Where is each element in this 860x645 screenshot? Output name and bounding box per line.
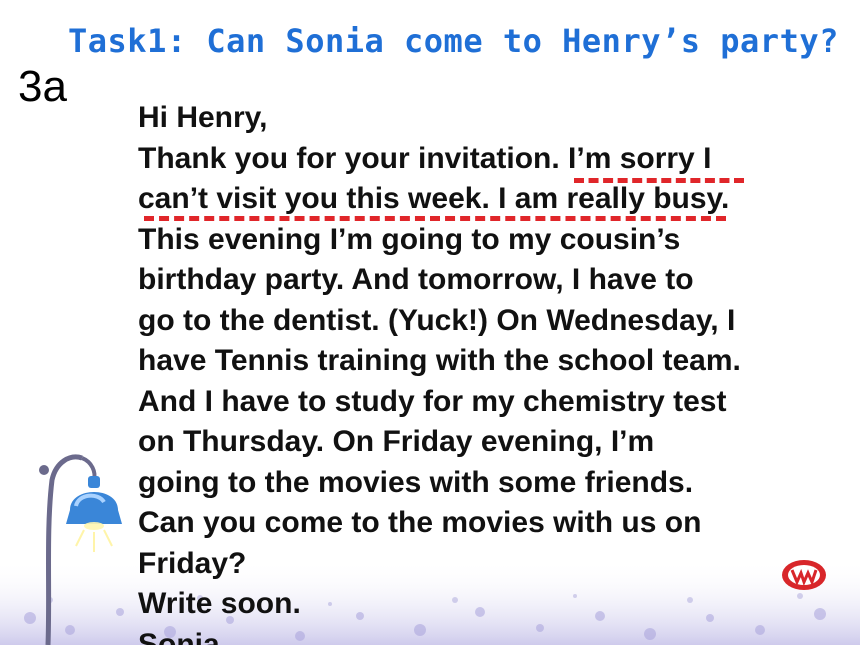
letter-line: have Tennis training with the school tea… bbox=[138, 344, 741, 377]
letter-line: birthday party. And tomorrow, I have to bbox=[138, 263, 694, 296]
letter-greeting: Hi Henry, bbox=[138, 101, 268, 134]
letter-line: Friday? bbox=[138, 546, 247, 580]
bell-lamp-icon bbox=[39, 454, 122, 645]
publisher-logo-icon bbox=[782, 560, 826, 590]
letter-line: going to the movies with some friends. bbox=[138, 465, 694, 499]
task-title: Task1: Can Sonia come to Henry’s party? bbox=[68, 22, 839, 60]
letter-line: Can you come to the movies with us on bbox=[138, 506, 702, 539]
letter-body: Hi Henry, Thank you for your invitation.… bbox=[138, 98, 838, 645]
letter-line: And I have to study for my chemistry tes… bbox=[138, 384, 727, 418]
section-label: 3a bbox=[18, 62, 67, 111]
slide: Task1: Can Sonia come to Henry’s party? … bbox=[0, 0, 860, 645]
letter-line: go to the dentist. (Yuck!) On Wednesday,… bbox=[138, 303, 736, 337]
letter-line: on Thursday. On Friday evening, I’m bbox=[138, 425, 655, 458]
letter-line: Thank you for your invitation. I’m sorry… bbox=[138, 141, 712, 175]
letter-signature: Sonia bbox=[138, 627, 220, 645]
letter-closing: Write soon. bbox=[138, 587, 301, 620]
letter-line: This evening I’m going to my cousin’s bbox=[138, 222, 681, 256]
letter-line: can’t visit you this week. I am really b… bbox=[138, 182, 730, 215]
